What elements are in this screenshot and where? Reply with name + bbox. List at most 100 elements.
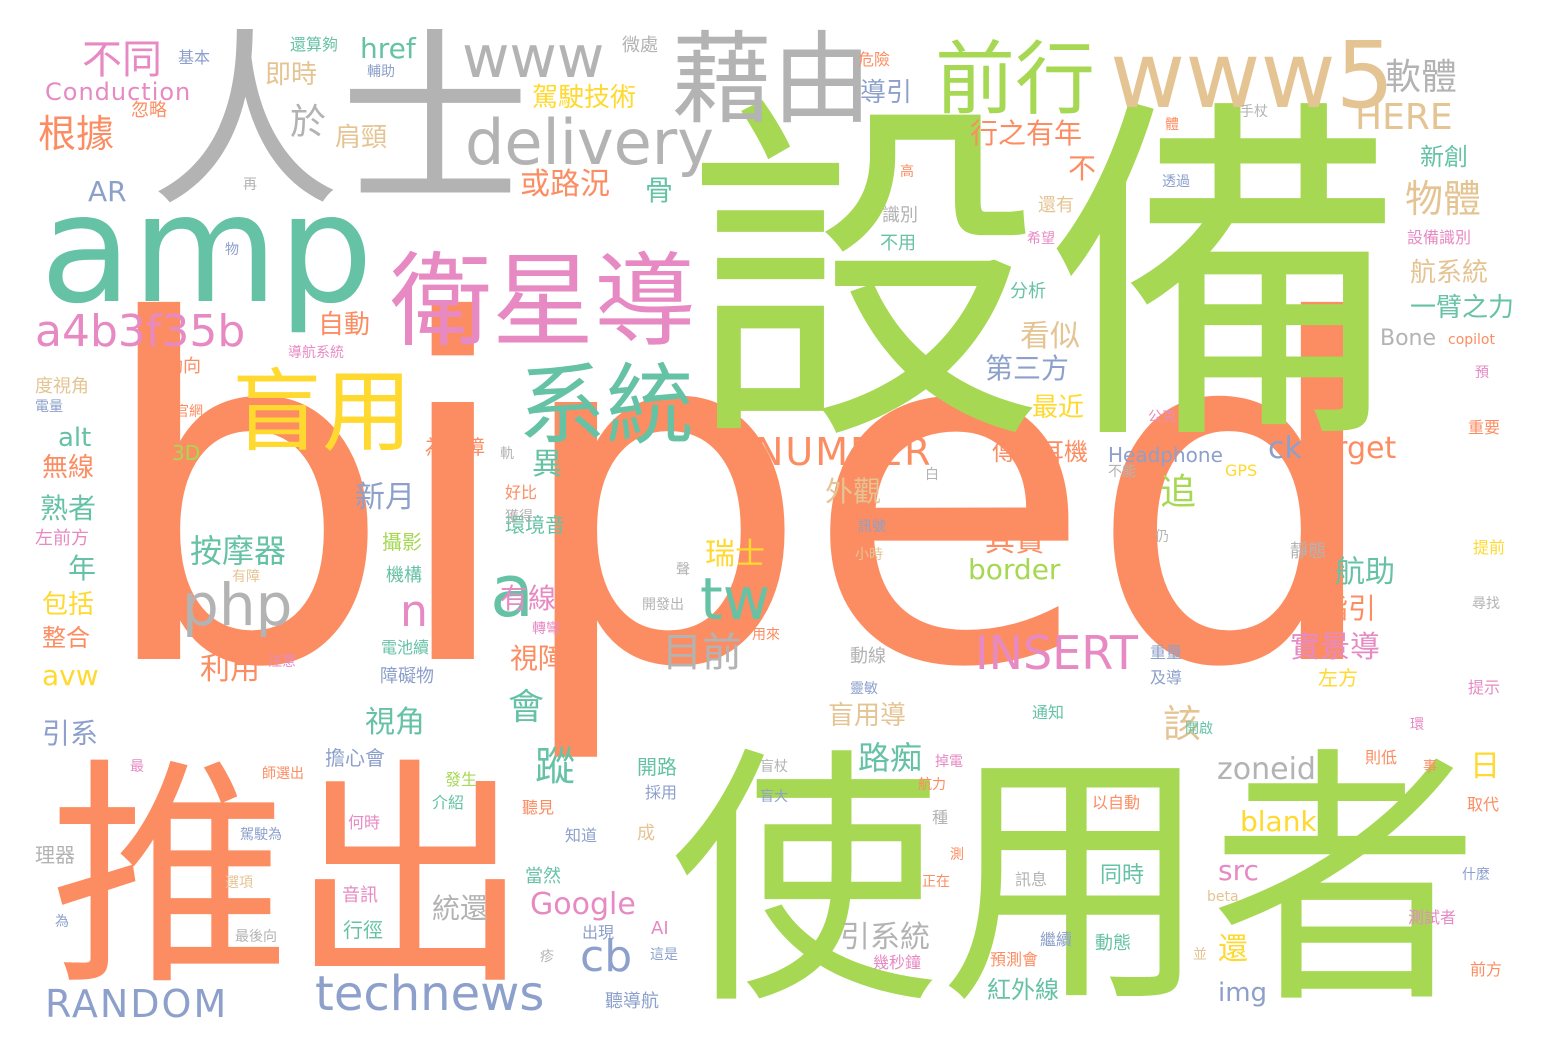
word: 導引 — [860, 78, 913, 108]
word: 預 — [1475, 365, 1489, 381]
word: 盲用 — [232, 360, 412, 465]
word: 危險 — [858, 50, 891, 69]
word: 無線 — [42, 453, 95, 483]
word: 包括 — [42, 590, 95, 620]
word: 用來 — [752, 627, 780, 643]
word: 新創 — [1420, 143, 1468, 171]
word: 年 — [68, 552, 97, 585]
word: 視障 — [510, 642, 567, 675]
word: 物體 — [1405, 177, 1482, 221]
word: 幾秒鐘 — [873, 953, 922, 972]
word: 使用者 — [670, 725, 1480, 1040]
word: 不 — [1068, 152, 1097, 185]
word: 擔心會 — [325, 746, 385, 770]
word: 左方 — [1318, 666, 1358, 690]
word: 測試者 — [1408, 908, 1457, 927]
word: beta — [1207, 889, 1239, 905]
word: RANDOM — [45, 982, 229, 1026]
word: 聽見 — [522, 798, 555, 817]
word: 蹤 — [535, 744, 575, 790]
word: 重要 — [1468, 418, 1501, 437]
word: 目前 — [662, 630, 742, 676]
word: 前方 — [1470, 960, 1503, 979]
word: Google — [530, 887, 636, 922]
word: INSERT — [975, 626, 1138, 680]
word: 還有 — [1038, 195, 1074, 216]
word: tw — [700, 565, 771, 633]
word: 尋找 — [1472, 596, 1500, 612]
word: 事 — [1423, 759, 1437, 775]
word: 正在 — [922, 874, 950, 890]
word: 仍 — [1155, 529, 1169, 545]
word: 官網 — [175, 404, 203, 420]
word: 成 — [637, 823, 655, 844]
word: 這是 — [650, 947, 678, 963]
word: 按摩器 — [190, 532, 287, 570]
word: 為 — [55, 914, 69, 930]
word: 航力 — [918, 777, 946, 793]
word: 設備識別 — [1407, 228, 1472, 247]
word: img — [1218, 978, 1268, 1008]
word: 動線 — [850, 646, 886, 667]
word: 同時 — [1100, 863, 1145, 888]
word: 路痴 — [858, 739, 923, 777]
word: 何時 — [348, 813, 381, 832]
word: 還 — [1218, 932, 1248, 967]
word: 訊息 — [1015, 870, 1048, 889]
word: 電池續 — [381, 638, 430, 657]
word: AR — [88, 175, 127, 208]
word: 分析 — [1010, 281, 1046, 302]
word: 3D — [172, 441, 201, 465]
word: Bone — [1380, 326, 1437, 351]
word: 衛星導 — [390, 243, 696, 362]
word: 還算夠 — [290, 35, 339, 54]
word: 則低 — [1365, 748, 1398, 767]
word: 體 — [1165, 117, 1179, 133]
word: copilot — [1448, 332, 1495, 348]
word: 整合 — [42, 624, 90, 652]
word: 提前 — [1473, 538, 1506, 557]
word: 轉彎 — [532, 621, 560, 637]
word: 或路況 — [520, 167, 610, 202]
word: 最近 — [1032, 393, 1085, 423]
word: 希望 — [1027, 231, 1055, 247]
word: 機構 — [386, 565, 422, 586]
word: 利用 — [200, 652, 260, 687]
word: 開啟 — [1185, 721, 1213, 737]
word: 系統 — [518, 354, 695, 457]
word: 高 — [900, 164, 914, 180]
word: 基本 — [178, 48, 211, 67]
word: 通知 — [1032, 703, 1065, 722]
word: 新月 — [355, 480, 415, 515]
word: 航系統 — [1410, 258, 1489, 288]
word: 靜態 — [1290, 541, 1326, 562]
word: 出現 — [582, 923, 615, 942]
word: 動向 — [165, 356, 201, 377]
word: 一臂之力 — [1410, 293, 1515, 323]
word: 紅外線 — [987, 976, 1059, 1004]
word: www — [462, 23, 605, 91]
word: 採用 — [645, 783, 678, 802]
word: ck — [1268, 431, 1302, 466]
word: avw — [42, 659, 99, 692]
word: 不同 — [82, 37, 162, 83]
word: 電量 — [35, 399, 63, 415]
word: 師選出 — [262, 766, 304, 782]
word: 聽導航 — [605, 991, 659, 1012]
word: 動態 — [1095, 933, 1131, 954]
word: 掉電 — [935, 754, 963, 770]
word: n — [400, 586, 428, 637]
word: 不用 — [880, 233, 916, 254]
word: 外觀 — [825, 475, 882, 508]
word: 以自動 — [1092, 793, 1141, 812]
word: 再 — [243, 177, 257, 193]
word: 取代 — [1467, 795, 1500, 814]
word: 有線 — [500, 582, 557, 615]
word: 開路 — [637, 755, 677, 779]
word: 公克 — [1148, 409, 1176, 425]
word: 最 — [130, 759, 144, 775]
word: 疹 — [540, 949, 554, 965]
word: 行徑 — [343, 918, 383, 942]
word: GPS — [1225, 461, 1258, 480]
word: 前行 — [935, 33, 1095, 126]
